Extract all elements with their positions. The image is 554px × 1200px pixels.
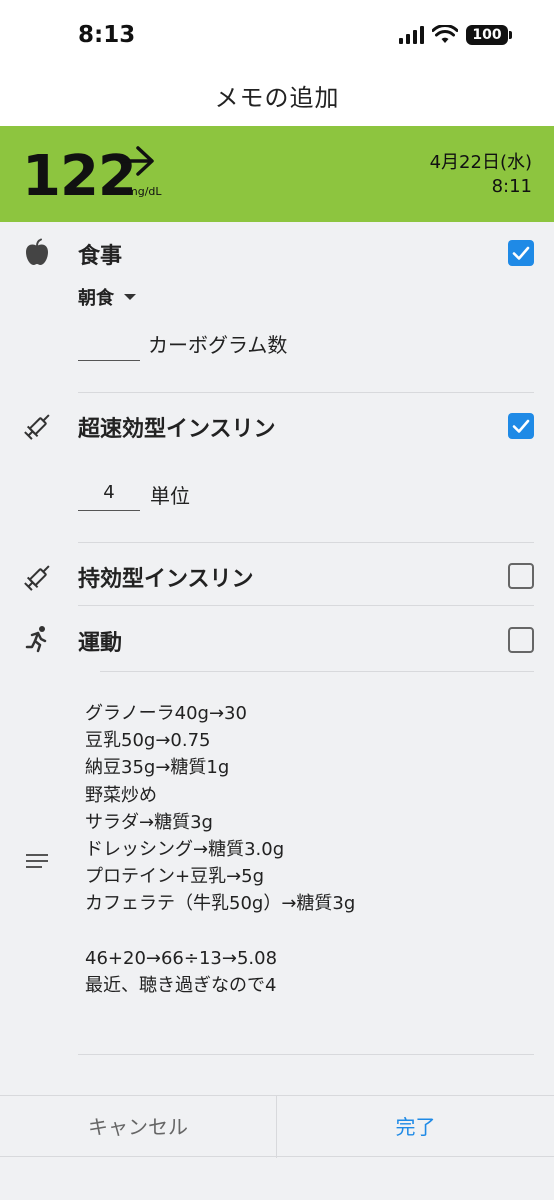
divider (78, 542, 534, 543)
meal-type-select[interactable]: 朝食 (78, 284, 136, 310)
rapid-insulin-checkbox[interactable] (508, 413, 534, 439)
exercise-checkbox[interactable] (508, 627, 534, 653)
battery-icon: 100 (466, 25, 512, 45)
meal-label: 食事 (78, 244, 123, 269)
notes-icon (26, 854, 48, 868)
done-button[interactable]: 完了 (277, 1096, 554, 1158)
nav-bar: メモの追加 (0, 70, 554, 126)
divider (78, 605, 534, 606)
status-bar: 8:13 100 (0, 0, 554, 70)
glucose-banner: 122 mg/dL 4月22日(水) 8:11 (0, 126, 554, 222)
glucose-value: 122 (22, 144, 137, 209)
units-underline (78, 510, 140, 511)
exercise-label: 運動 (78, 631, 123, 656)
checkmark-icon (512, 246, 530, 260)
cellular-signal-icon (399, 26, 424, 44)
syringe-icon (24, 565, 50, 591)
note-textarea[interactable]: グラノーラ40g→30 豆乳50g→0.75 納豆35g→糖質1g 野菜炒め サ… (85, 700, 355, 999)
carbs-label: カーボグラム数 (148, 333, 288, 357)
insulin-units-input[interactable]: 4 (78, 482, 140, 503)
units-label: 単位 (150, 484, 190, 508)
trend-arrow-right-icon (120, 146, 154, 176)
carbs-input[interactable] (78, 360, 140, 361)
apple-icon (26, 238, 48, 265)
divider (100, 671, 534, 672)
footer-actions: キャンセル 完了 (0, 1095, 554, 1158)
reading-date: 4月22日(水) (429, 152, 532, 173)
rapid-insulin-label: 超速効型インスリン (78, 417, 276, 442)
long-insulin-checkbox[interactable] (508, 563, 534, 589)
page-title: メモの追加 (214, 84, 340, 112)
caret-down-icon (124, 294, 136, 300)
wifi-icon (432, 25, 458, 43)
status-time: 8:13 (78, 22, 136, 48)
glucose-unit: mg/dL (127, 185, 162, 198)
syringe-icon (24, 414, 50, 440)
long-insulin-label: 持効型インスリン (78, 567, 254, 592)
checkmark-icon (512, 419, 530, 433)
divider (78, 392, 534, 393)
meal-checkbox[interactable] (508, 240, 534, 266)
meal-type-value: 朝食 (78, 288, 114, 309)
cancel-button[interactable]: キャンセル (0, 1096, 276, 1158)
running-icon (25, 626, 47, 653)
reading-time: 8:11 (491, 176, 532, 197)
divider (78, 1054, 534, 1055)
status-icons: 100 (399, 25, 512, 45)
